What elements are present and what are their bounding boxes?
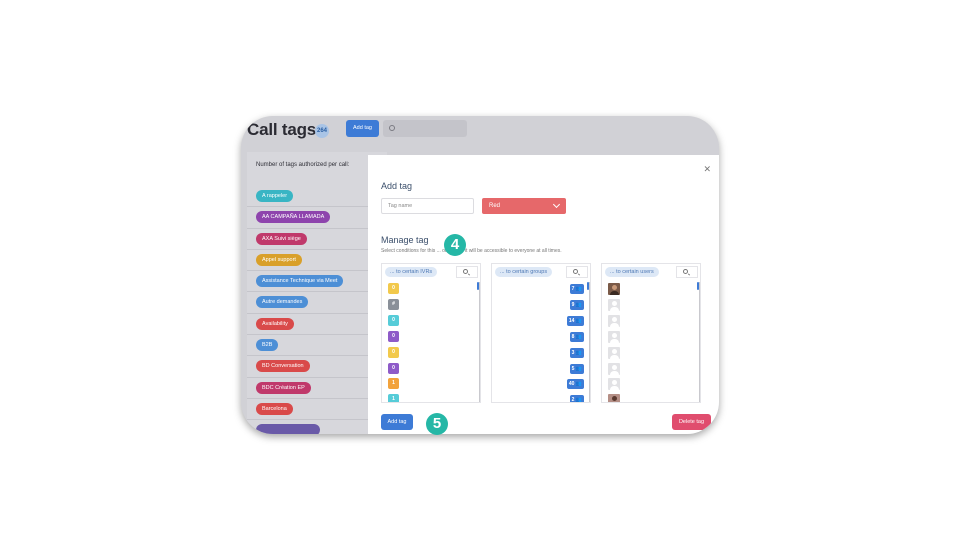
tag-pill: BDC Création EP — [256, 381, 311, 394]
screenshot-frame: Call tags 264 Add tag Number of tags aut… — [241, 116, 719, 434]
step-badge-4: 4 — [444, 234, 466, 256]
users-filter-pill[interactable]: ... to certain users — [605, 267, 659, 277]
ivr-item[interactable]: 0 — [388, 314, 399, 326]
tag-name-input[interactable]: Tag name — [381, 198, 474, 214]
close-icon[interactable]: ✕ — [703, 164, 711, 175]
tag-pill: Barcelona — [256, 402, 293, 415]
group-item[interactable]: 8 👥 — [569, 331, 584, 342]
user-avatar[interactable] — [608, 378, 620, 391]
tag-row[interactable]: AXA Suivi siège — [247, 229, 387, 250]
tag-row[interactable]: AA CAMPAÑA LLAMADA — [247, 207, 387, 229]
tag-pill: BD Conversation — [256, 360, 310, 373]
user-avatar[interactable] — [608, 283, 620, 295]
user-avatar[interactable] — [608, 346, 620, 359]
ivr-item[interactable]: 1 — [388, 394, 399, 402]
user-avatar[interactable] — [608, 362, 620, 375]
tag-pill: Autre demandes — [256, 296, 309, 309]
ivr-item[interactable]: # — [388, 298, 399, 310]
ivr-item[interactable]: 0 — [388, 362, 399, 374]
tag-row[interactable]: B2B — [247, 335, 387, 357]
tag-row[interactable]: BDC Création EP — [247, 378, 387, 399]
search-icon — [463, 269, 468, 274]
group-item[interactable]: 7 👥 — [569, 284, 584, 294]
user-avatar[interactable] — [608, 394, 620, 402]
scrollbar[interactable] — [697, 282, 699, 290]
page-title: Call tags — [247, 120, 317, 139]
scrollbar[interactable] — [477, 282, 479, 290]
search-icon — [389, 125, 395, 131]
column-divider — [699, 282, 700, 402]
group-item[interactable]: 5 👥 — [569, 363, 584, 374]
tag-pill: Assistance Technique via Meet — [256, 275, 344, 288]
tag-row[interactable]: Autre demandes — [247, 292, 387, 314]
ivrs-column: ... to certain IVRs 0 #0 0 0 0 1 1 — [381, 263, 481, 403]
search-icon — [573, 269, 578, 274]
users-column: ... to certain users — [601, 263, 701, 403]
tags-per-call-label: Number of tags authorized per call: — [256, 162, 350, 168]
groups-search-input[interactable] — [566, 266, 588, 278]
tag-row[interactable]: Barcelona — [247, 399, 387, 421]
color-select-value: Red — [489, 203, 501, 209]
tag-row[interactable]: BD Conversation — [247, 356, 387, 378]
ivrs-filter-pill[interactable]: ... to certain IVRs — [385, 267, 438, 277]
tag-row[interactable]: Availability — [247, 314, 387, 336]
scrollbar[interactable] — [587, 282, 589, 290]
tag-pill: AA CAMPAÑA LLAMADA — [256, 211, 331, 224]
user-avatar[interactable] — [608, 298, 620, 311]
search-input[interactable] — [383, 120, 467, 137]
tag-pill: Availability — [256, 317, 294, 330]
ivr-item[interactable]: 0 — [388, 283, 399, 294]
tag-row[interactable]: A rappeler — [247, 186, 387, 208]
manage-tag-description: Select conditions for this ... otherwise… — [381, 248, 562, 254]
chevron-down-icon — [552, 200, 561, 209]
search-icon — [683, 269, 688, 274]
add-tag-modal: ✕ Add tag Tag name Red Manage tag Select… — [368, 155, 719, 434]
ivr-item[interactable]: 1 — [388, 378, 399, 390]
tag-pill — [256, 424, 320, 434]
group-item[interactable]: 9 👥 — [569, 299, 584, 310]
group-item[interactable]: 40 👥 — [566, 379, 584, 390]
ivr-item[interactable]: 0 — [388, 330, 399, 342]
ivrs-search-input[interactable] — [456, 266, 478, 278]
tag-list: A rappeler AA CAMPAÑA LLAMADA AXA Suivi si… — [247, 186, 387, 434]
tag-pill: A rappeler — [256, 190, 294, 202]
ivr-item[interactable]: 0 — [388, 346, 399, 358]
tag-row[interactable]: Assistance Technique via Meet — [247, 271, 387, 293]
delete-tag-button[interactable]: Delete tag — [672, 414, 711, 430]
color-select[interactable]: Red — [482, 198, 566, 214]
column-divider — [479, 282, 480, 402]
tag-pill: AXA Suivi siège — [256, 232, 307, 245]
users-search-input[interactable] — [676, 266, 698, 278]
step-badge-5: 5 — [426, 413, 448, 435]
modal-title: Add tag — [381, 181, 413, 191]
column-divider — [589, 282, 590, 402]
tag-row[interactable] — [247, 420, 387, 434]
groups-column: ... to certain groups 7 👥 9 👥 14 👥 8 👥 3 👥 5 … — [491, 263, 591, 403]
group-item[interactable]: 2 👥 — [569, 395, 584, 402]
add-tag-button[interactable]: Add tag — [381, 414, 413, 430]
tag-pill: Appel support — [256, 253, 302, 266]
group-item[interactable]: 14 👥 — [566, 315, 584, 326]
user-avatar[interactable] — [608, 330, 620, 343]
manage-tag-title: Manage tag — [381, 235, 429, 245]
tag-row[interactable]: Appel support — [247, 250, 387, 272]
tag-pill: B2B — [256, 339, 279, 352]
group-item[interactable]: 3 👥 — [569, 347, 584, 358]
user-avatar[interactable] — [608, 314, 620, 327]
tag-count-badge: 264 — [315, 124, 329, 138]
add-tag-header-button[interactable]: Add tag — [346, 120, 379, 137]
groups-filter-pill[interactable]: ... to certain groups — [495, 267, 553, 277]
